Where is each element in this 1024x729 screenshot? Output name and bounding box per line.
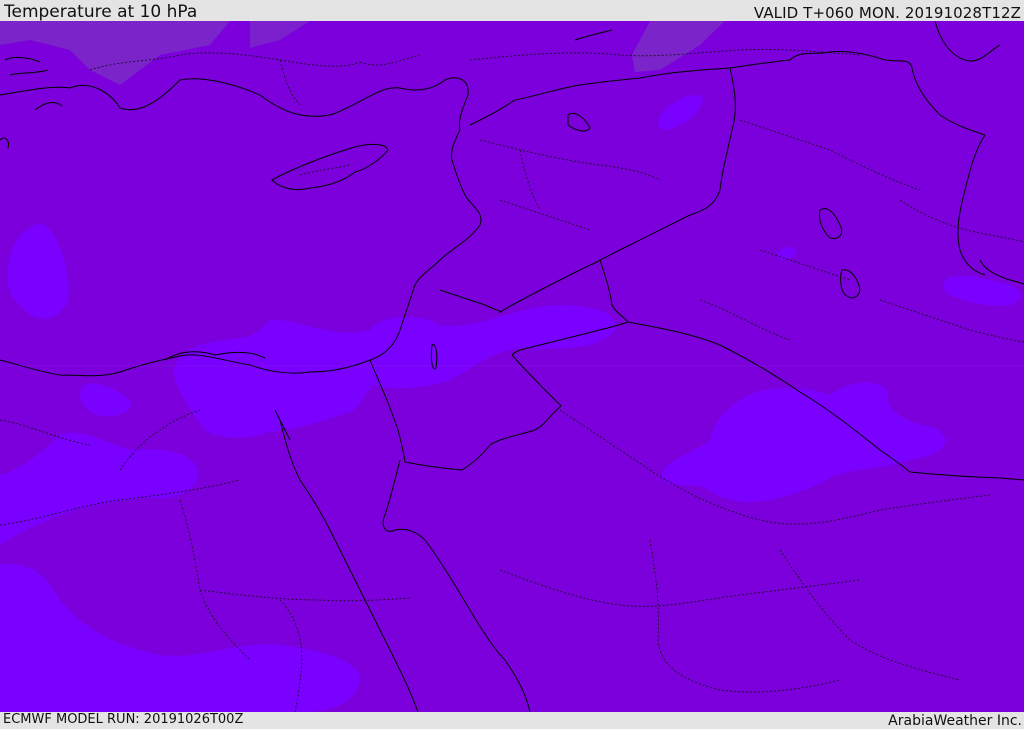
footer-bar: ECMWF MODEL RUN: 20191026T00Z ArabiaWeat… xyxy=(0,712,1024,729)
forecast-map-frame: Temperature at 10 hPa VALID T+060 MON. 2… xyxy=(0,0,1024,729)
temperature-field xyxy=(0,21,1024,712)
credit-label: ArabiaWeather Inc. xyxy=(888,713,1022,729)
model-run-label: ECMWF MODEL RUN: 20191026T00Z xyxy=(3,712,244,727)
header-bar: Temperature at 10 hPa VALID T+060 MON. 2… xyxy=(0,0,1024,21)
temperature-map xyxy=(0,21,1024,712)
valid-time-label: VALID T+060 MON. 20191028T12Z xyxy=(753,4,1021,22)
map-title: Temperature at 10 hPa xyxy=(4,2,198,22)
